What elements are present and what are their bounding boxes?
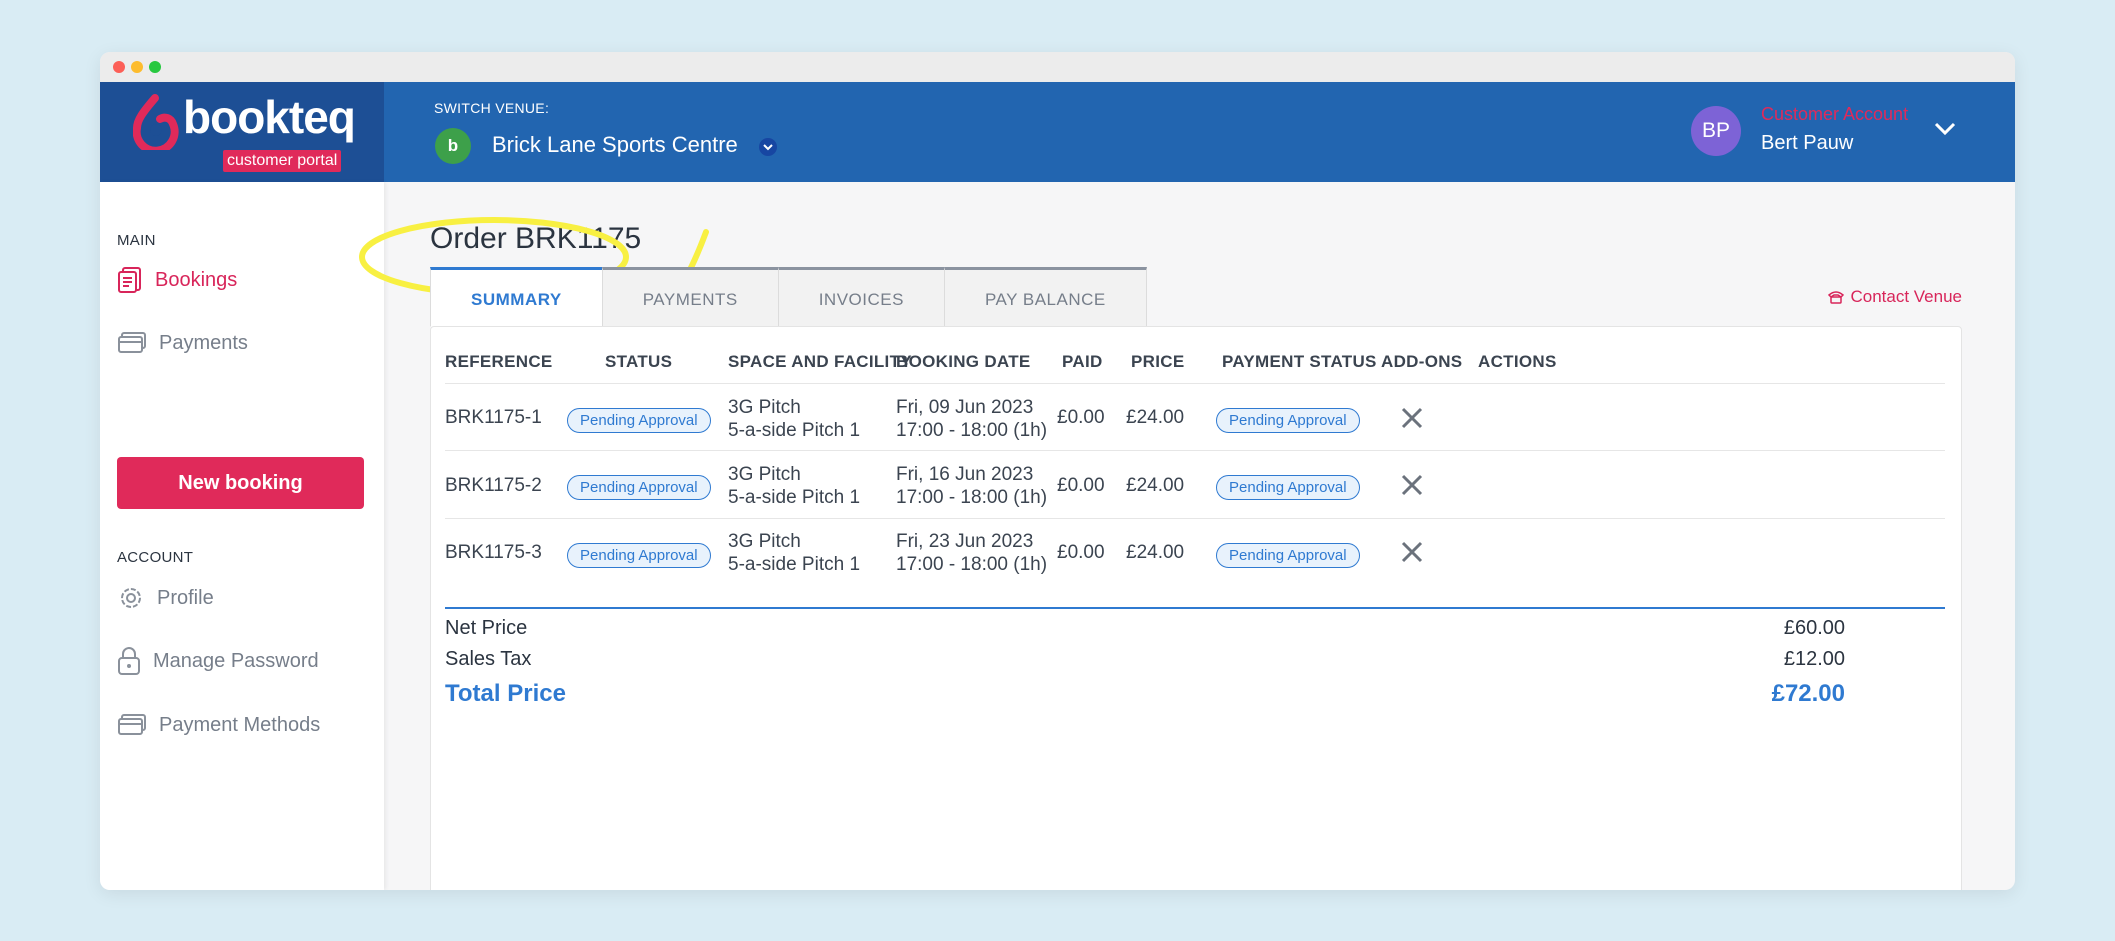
close-icon[interactable] <box>1401 474 1423 496</box>
phone-icon <box>1828 291 1845 304</box>
price-amount: £24.00 <box>1126 475 1185 496</box>
sales-tax-label: Sales Tax <box>445 648 532 670</box>
close-icon[interactable] <box>1401 407 1423 429</box>
booking-reference[interactable]: BRK1175-1 <box>445 407 542 429</box>
column-header-status: STATUS <box>605 352 673 371</box>
paid-amount: £0.00 <box>1057 475 1105 496</box>
price-amount: £24.00 <box>1126 407 1185 428</box>
portal-badge: customer portal <box>223 150 342 172</box>
venue-logo-icon: b <box>435 128 471 164</box>
booking-reference[interactable]: BRK1175-2 <box>445 475 542 497</box>
logo-mark-icon <box>133 94 179 150</box>
tab-invoices[interactable]: INVOICES <box>777 267 945 327</box>
sidebar-item-bookings[interactable]: Bookings <box>117 264 237 296</box>
column-header-payment-status: PAYMENT STATUS <box>1222 352 1377 371</box>
tab-payments[interactable]: PAYMENTS <box>601 267 779 327</box>
close-icon[interactable] <box>1401 541 1423 563</box>
account-type-label: Customer Account <box>1761 104 1909 124</box>
status-badge: Pending Approval <box>567 475 711 500</box>
facility-name: 5-a-side Pitch 1 <box>728 487 861 508</box>
sidebar-item-label: Bookings <box>155 268 238 291</box>
booking-reference[interactable]: BRK1175-3 <box>445 542 542 564</box>
paid-amount: £0.00 <box>1057 542 1105 563</box>
booking-time: 17:00 - 18:00 (1h) <box>896 420 1048 441</box>
row-divider <box>445 383 1945 384</box>
sidebar-item-payment-methods[interactable]: Payment Methods <box>117 709 320 741</box>
facility-name: 5-a-side Pitch 1 <box>728 420 861 441</box>
gear-icon <box>121 588 141 608</box>
minimize-window-dot[interactable] <box>131 61 143 73</box>
column-header-actions: ACTIONS <box>1478 352 1557 371</box>
sidebar-item-label: Payment Methods <box>159 713 321 736</box>
booking-date: Fri, 16 Jun 2023 <box>896 464 1034 485</box>
totals-divider <box>445 607 1945 609</box>
status-badge: Pending Approval <box>567 408 711 433</box>
paid-amount: £0.00 <box>1057 407 1105 428</box>
payment-status-badge: Pending Approval <box>1216 475 1360 500</box>
column-header-space: SPACE AND FACILITY <box>728 352 912 371</box>
chevron-down-icon[interactable] <box>1934 122 1956 141</box>
row-divider <box>445 450 1945 451</box>
window-titlebar <box>100 52 2015 82</box>
price-amount: £24.00 <box>1126 542 1185 563</box>
row-divider <box>445 518 1945 519</box>
close-window-dot[interactable] <box>113 61 125 73</box>
venue-selector[interactable]: Brick Lane Sports Centre <box>492 132 738 158</box>
sidebar-item-label: Payments <box>159 331 248 354</box>
booking-time: 17:00 - 18:00 (1h) <box>896 554 1048 575</box>
logo-text: bookteq <box>183 91 356 143</box>
order-tabs: SUMMARY PAYMENTS INVOICES PAY BALANCE <box>430 267 1147 327</box>
sidebar-section-account: ACCOUNT <box>117 549 194 566</box>
sidebar-item-payments[interactable]: Payments <box>117 327 248 359</box>
new-booking-button[interactable]: New booking <box>117 457 364 509</box>
sidebar-item-manage-password[interactable]: Manage Password <box>117 645 319 677</box>
status-badge: Pending Approval <box>567 543 711 568</box>
booking-date: Fri, 23 Jun 2023 <box>896 531 1034 552</box>
sidebar: MAIN Bookings Payments New booking ACCOU… <box>100 182 384 890</box>
tab-summary[interactable]: SUMMARY <box>430 267 603 327</box>
card-icon <box>118 332 146 353</box>
space-name: 3G Pitch <box>728 531 801 552</box>
total-price-label: Total Price <box>445 680 566 707</box>
column-header-add-ons: ADD-ONS <box>1381 352 1463 371</box>
maximize-window-dot[interactable] <box>149 61 161 73</box>
tab-pay-balance[interactable]: PAY BALANCE <box>943 267 1147 327</box>
booking-time: 17:00 - 18:00 (1h) <box>896 487 1048 508</box>
venue-dropdown-icon[interactable] <box>759 138 777 156</box>
facility-name: 5-a-side Pitch 1 <box>728 554 861 575</box>
sales-tax-value: £12.00 <box>1783 648 1845 670</box>
space-name: 3G Pitch <box>728 464 801 485</box>
booking-date: Fri, 09 Jun 2023 <box>896 397 1034 418</box>
sidebar-item-label: Profile <box>157 586 214 609</box>
space-name: 3G Pitch <box>728 397 801 418</box>
sidebar-item-label: Manage Password <box>153 649 319 672</box>
column-header-paid: PAID <box>1062 352 1103 371</box>
net-price-label: Net Price <box>445 617 528 639</box>
net-price-value: £60.00 <box>1783 617 1845 639</box>
card-icon <box>118 714 146 735</box>
account-name[interactable]: Bert Pauw <box>1761 132 1853 155</box>
payment-status-badge: Pending Approval <box>1216 543 1360 568</box>
column-header-price: PRICE <box>1131 352 1185 371</box>
contact-venue-link[interactable]: Contact Venue <box>1828 287 1962 307</box>
lock-icon <box>118 647 140 675</box>
browser-window: bookteq customer portal SWITCH VENUE: b … <box>100 52 2015 890</box>
total-price-value: £72.00 <box>1771 680 1845 707</box>
sidebar-item-profile[interactable]: Profile <box>117 582 214 614</box>
column-header-booking-date: BOOKING DATE <box>896 352 1031 371</box>
avatar[interactable]: BP <box>1691 106 1741 156</box>
payment-status-badge: Pending Approval <box>1216 408 1360 433</box>
column-header-reference: REFERENCE <box>445 352 553 371</box>
contact-venue-label: Contact Venue <box>1850 287 1962 306</box>
top-header: bookteq customer portal SWITCH VENUE: b … <box>100 82 2015 182</box>
sidebar-section-main: MAIN <box>117 232 156 249</box>
logo[interactable]: bookteq customer portal <box>100 82 384 182</box>
switch-venue-label: SWITCH VENUE: <box>434 100 550 116</box>
bookings-icon <box>118 267 141 293</box>
